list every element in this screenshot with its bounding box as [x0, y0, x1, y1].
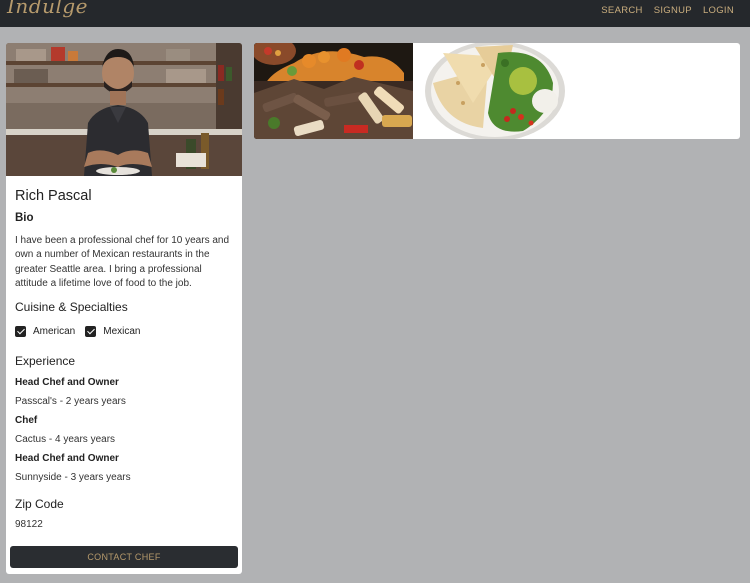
experience-detail: Cactus - 4 years years	[15, 434, 116, 445]
checkbox-checked-icon[interactable]	[15, 326, 26, 337]
experience-heading: Experience	[15, 354, 76, 368]
cuisine-heading: Cuisine & Specialties	[15, 300, 128, 314]
experience-title: Head Chef and Owner	[15, 377, 119, 388]
chef-name: Rich Pascal	[15, 188, 92, 204]
brand-logo[interactable]: Indulge	[7, 0, 88, 18]
checkbox-checked-icon[interactable]	[85, 326, 97, 337]
food-gallery	[254, 43, 740, 139]
top-navbar: Indulge SEARCH SIGNUP LOGIN	[0, 0, 750, 27]
cuisine-label: Mexican	[103, 326, 141, 337]
fajita-photo[interactable]	[254, 43, 413, 139]
nav-signup-link[interactable]: SIGNUP	[654, 5, 692, 16]
zip-heading: Zip Code	[15, 497, 64, 511]
bio-heading: Bio	[15, 212, 34, 224]
cuisine-american[interactable]: American	[15, 326, 75, 337]
cuisine-label: American	[33, 326, 76, 337]
bio-text: I have been a professional chef for 10 y…	[15, 235, 230, 290]
cuisine-checkbox-group: American Mexican	[15, 326, 151, 337]
experience-title: Head Chef and Owner	[15, 453, 119, 464]
chef-photo	[6, 43, 242, 176]
experience-title: Chef	[15, 415, 38, 426]
nav-links: SEARCH SIGNUP LOGIN	[601, 5, 734, 16]
nav-login-link[interactable]: LOGIN	[703, 5, 734, 16]
chef-profile-card: Rich Pascal Bio I have been a profession…	[6, 43, 242, 574]
experience-detail: Passcal's - 2 years years	[15, 396, 126, 407]
quesadilla-photo[interactable]	[413, 43, 573, 139]
zip-code: 98122	[15, 519, 43, 530]
cuisine-mexican[interactable]: Mexican	[85, 326, 141, 337]
contact-chef-button[interactable]: CONTACT CHEF	[10, 546, 238, 568]
nav-search-link[interactable]: SEARCH	[601, 5, 642, 16]
experience-detail: Sunnyside - 3 years years	[15, 472, 131, 483]
